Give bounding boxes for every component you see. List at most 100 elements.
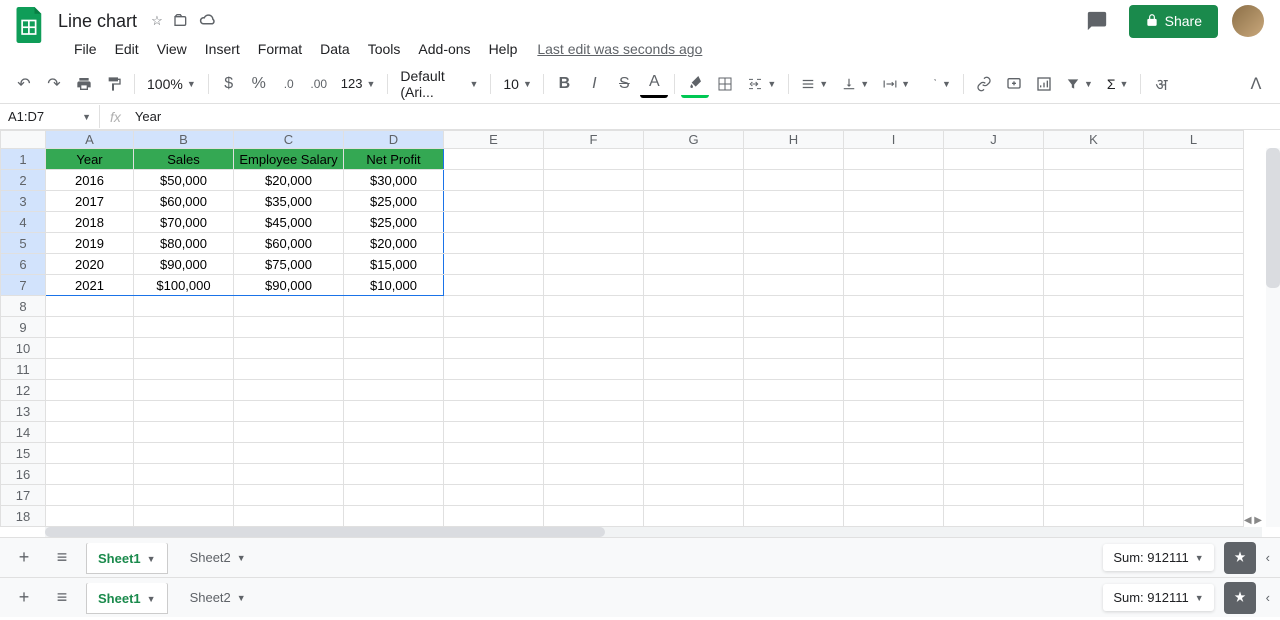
table-cell[interactable]: 2017 — [46, 191, 134, 212]
cell[interactable] — [444, 443, 544, 464]
paint-format-button[interactable] — [100, 70, 128, 98]
cell[interactable] — [644, 359, 744, 380]
table-cell[interactable]: $15,000 — [344, 254, 444, 275]
table-cell[interactable]: $35,000 — [234, 191, 344, 212]
cell[interactable] — [1044, 317, 1144, 338]
sheet-tab-1[interactable]: Sheet1▼ — [86, 543, 168, 574]
cell[interactable] — [644, 212, 744, 233]
cell[interactable] — [644, 422, 744, 443]
cell[interactable] — [1144, 443, 1244, 464]
font-size-select[interactable]: 10▼ — [497, 72, 537, 96]
zoom-select[interactable]: 100%▼ — [141, 72, 202, 96]
add-sheet-button[interactable]: + — [10, 544, 38, 572]
last-edit-link[interactable]: Last edit was seconds ago — [537, 41, 702, 57]
cell[interactable] — [644, 296, 744, 317]
cell[interactable] — [46, 317, 134, 338]
cell[interactable] — [844, 233, 944, 254]
cell[interactable] — [444, 506, 544, 527]
cell[interactable] — [134, 422, 234, 443]
cell[interactable] — [644, 485, 744, 506]
col-header-I[interactable]: I — [844, 131, 944, 149]
cell[interactable] — [1044, 212, 1144, 233]
cell[interactable] — [844, 443, 944, 464]
cell[interactable] — [744, 380, 844, 401]
row-header-11[interactable]: 11 — [1, 359, 46, 380]
menu-tools[interactable]: Tools — [360, 37, 409, 61]
cell[interactable] — [1044, 443, 1144, 464]
cell[interactable] — [1144, 317, 1244, 338]
cell[interactable] — [1144, 485, 1244, 506]
cell[interactable] — [344, 359, 444, 380]
cloud-status-icon[interactable] — [199, 13, 217, 30]
cell[interactable] — [1044, 296, 1144, 317]
cell[interactable] — [1044, 170, 1144, 191]
cell[interactable] — [134, 296, 234, 317]
cell[interactable] — [944, 317, 1044, 338]
table-header[interactable]: Sales — [134, 149, 234, 170]
cell[interactable] — [234, 317, 344, 338]
table-cell[interactable]: $30,000 — [344, 170, 444, 191]
table-cell[interactable]: $90,000 — [234, 275, 344, 296]
cell[interactable] — [544, 317, 644, 338]
quicksum-box[interactable]: Sum: 912111▼ — [1103, 544, 1213, 571]
row-header-18[interactable]: 18 — [1, 506, 46, 527]
cell[interactable] — [844, 506, 944, 527]
cell[interactable] — [744, 254, 844, 275]
menu-format[interactable]: Format — [250, 37, 310, 61]
menu-help[interactable]: Help — [481, 37, 526, 61]
borders-button[interactable] — [711, 70, 739, 98]
cell[interactable] — [134, 317, 234, 338]
filter-button[interactable]: ▼ — [1060, 73, 1099, 95]
cell[interactable] — [844, 149, 944, 170]
cell[interactable] — [644, 338, 744, 359]
table-cell[interactable]: $60,000 — [134, 191, 234, 212]
text-color-button[interactable]: A — [640, 70, 668, 98]
table-cell[interactable]: 2019 — [46, 233, 134, 254]
cell[interactable] — [46, 338, 134, 359]
sheet-tab-1b[interactable]: Sheet1▼ — [86, 583, 168, 614]
cell[interactable] — [944, 464, 1044, 485]
col-header-E[interactable]: E — [444, 131, 544, 149]
cell[interactable] — [744, 275, 844, 296]
cell[interactable] — [544, 275, 644, 296]
cell[interactable] — [444, 380, 544, 401]
explore-button[interactable] — [1224, 542, 1256, 574]
row-header-5[interactable]: 5 — [1, 233, 46, 254]
cell[interactable] — [1044, 254, 1144, 275]
cell[interactable] — [744, 212, 844, 233]
side-panel-toggle[interactable]: ‹ — [1266, 550, 1270, 565]
cell[interactable] — [544, 170, 644, 191]
cell[interactable] — [544, 359, 644, 380]
spreadsheet-grid[interactable]: ABCDEFGHIJKL1YearSalesEmployee SalaryNet… — [0, 130, 1244, 527]
cell[interactable] — [134, 380, 234, 401]
bold-button[interactable]: B — [550, 70, 578, 98]
cell[interactable] — [644, 275, 744, 296]
cell[interactable] — [234, 443, 344, 464]
cell[interactable] — [344, 464, 444, 485]
cell[interactable] — [744, 149, 844, 170]
all-sheets-button[interactable]: ≡ — [48, 544, 76, 572]
cell[interactable] — [1044, 149, 1144, 170]
cell[interactable] — [444, 485, 544, 506]
menu-addons[interactable]: Add-ons — [410, 37, 478, 61]
cell[interactable] — [544, 464, 644, 485]
menu-data[interactable]: Data — [312, 37, 358, 61]
cell[interactable] — [1144, 170, 1244, 191]
menu-insert[interactable]: Insert — [197, 37, 248, 61]
cell[interactable] — [234, 464, 344, 485]
currency-button[interactable]: $ — [215, 70, 243, 98]
comments-button[interactable] — [1079, 3, 1115, 39]
table-cell[interactable]: $80,000 — [134, 233, 234, 254]
cell[interactable] — [944, 443, 1044, 464]
functions-button[interactable]: Σ▼ — [1101, 72, 1135, 96]
sheet-tab-2[interactable]: Sheet2▼ — [178, 542, 258, 573]
table-cell[interactable]: $75,000 — [234, 254, 344, 275]
cell[interactable] — [544, 401, 644, 422]
cell[interactable] — [444, 401, 544, 422]
cell[interactable] — [844, 317, 944, 338]
cell[interactable] — [544, 506, 644, 527]
cell[interactable] — [1144, 338, 1244, 359]
input-tools-button[interactable]: अ — [1147, 70, 1175, 98]
cell[interactable] — [1144, 422, 1244, 443]
cell[interactable] — [1144, 506, 1244, 527]
